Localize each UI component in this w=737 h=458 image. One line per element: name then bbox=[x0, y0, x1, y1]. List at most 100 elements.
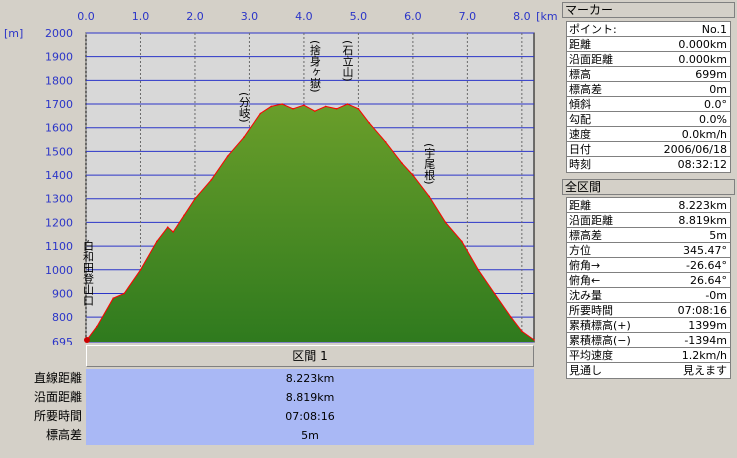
elevation-point bbox=[428, 195, 431, 198]
elevation-point bbox=[112, 297, 115, 299]
marker-row: 傾斜 0.0° bbox=[567, 97, 730, 112]
section-row: 所要時間 07:08:16 bbox=[567, 303, 730, 318]
elevation-point bbox=[172, 231, 174, 233]
section-row: 累積標高(−) -1394m bbox=[567, 333, 730, 348]
y-tick-label: 1900 bbox=[45, 51, 73, 64]
marker-value: 0.0° bbox=[704, 98, 727, 111]
elevation-point bbox=[194, 197, 196, 200]
x-tick-label: 4.0 bbox=[295, 10, 313, 23]
marker-row: ポイント: No.1 bbox=[567, 22, 730, 37]
elevation-point bbox=[521, 330, 523, 333]
y-tick-label: 800 bbox=[52, 311, 73, 324]
section-row: 見通し 見えます bbox=[567, 363, 730, 378]
marker-panel-title: マーカー bbox=[562, 2, 735, 18]
section-key: 標高差 bbox=[569, 229, 602, 242]
marker-key: 標高 bbox=[569, 68, 591, 81]
summary-label: 沿面距離 bbox=[33, 390, 82, 404]
section-row: 平均速度 1.2km/h bbox=[567, 348, 730, 363]
elevation-point bbox=[533, 339, 535, 341]
x-tick-label: 7.0 bbox=[459, 10, 477, 23]
elevation-point bbox=[384, 141, 387, 143]
section-value: -0m bbox=[705, 289, 727, 302]
elevation-profile-chart[interactable]: 0.0 1.0 2.0 3.0 4.0 5.0 6.0 7.0 8.0 [km] 2000 1900 1… bbox=[0, 0, 558, 345]
marker-value: 08:32:12 bbox=[677, 158, 727, 171]
y-tick-label: 1100 bbox=[45, 240, 73, 253]
summary-value: 07:08:16 bbox=[285, 410, 335, 423]
x-tick-label: 0.0 bbox=[77, 10, 95, 23]
elevation-point bbox=[139, 268, 142, 271]
marker-row: 速度 0.0km/h bbox=[567, 127, 730, 142]
y-tick-label: 1000 bbox=[45, 264, 73, 277]
marker-value: 0.000km bbox=[678, 53, 727, 66]
summary-value: 5m bbox=[301, 429, 319, 442]
marker-key: 時刻 bbox=[569, 158, 591, 171]
marker-value: 699m bbox=[695, 68, 727, 81]
marker-key: ポイント: bbox=[569, 23, 617, 36]
marker-key: 傾斜 bbox=[569, 98, 591, 111]
marker-key: 勾配 bbox=[569, 113, 591, 126]
marker-key: 距離 bbox=[569, 38, 591, 51]
section-row: 標高差 5m bbox=[567, 228, 730, 243]
section-key: 距離 bbox=[569, 199, 591, 212]
elevation-point bbox=[444, 221, 447, 224]
marker-key: 沿面距離 bbox=[569, 53, 613, 66]
section-key: 累積標高(+) bbox=[569, 319, 631, 332]
elevation-point bbox=[493, 292, 496, 295]
marker-row: 勾配 0.0% bbox=[567, 112, 730, 127]
marker-key: 標高差 bbox=[569, 83, 602, 96]
annotation-label: 白和田登山口 bbox=[82, 239, 95, 306]
x-tick-label: 3.0 bbox=[241, 10, 259, 23]
marker-key: 速度 bbox=[569, 128, 591, 141]
summary-label: 標高差 bbox=[45, 428, 82, 442]
marker-table: ポイント: No.1 距離 0.000km 沿面距離 0.000km 標高 699m 標高差 0m… bbox=[566, 21, 731, 173]
section-row: 俯角→ -26.64° bbox=[567, 258, 730, 273]
y-tick-label: 1700 bbox=[45, 98, 73, 111]
marker-value: 0.000km bbox=[678, 38, 727, 51]
section-key: 俯角→ bbox=[569, 259, 601, 272]
section-value: 1.2km/h bbox=[681, 349, 727, 362]
section-key: 累積標高(−) bbox=[569, 334, 631, 347]
summary-label: 所要時間 bbox=[33, 409, 82, 423]
elevation-point bbox=[461, 240, 463, 243]
elevation-point bbox=[259, 112, 262, 115]
section-row: 距離 8.223km bbox=[567, 198, 730, 213]
annotation-label: (宇尾根) bbox=[423, 143, 436, 185]
annotation-label: (捨身ヶ嶽) bbox=[308, 40, 321, 93]
marker-row: 日付 2006/06/18 bbox=[567, 142, 730, 157]
x-axis-unit: [km] bbox=[536, 10, 558, 23]
elevation-chart-svg[interactable]: 0.0 1.0 2.0 3.0 4.0 5.0 6.0 7.0 8.0 [km] 2000 1900 1… bbox=[0, 0, 558, 345]
elevation-point bbox=[335, 107, 338, 110]
elevation-point bbox=[226, 155, 229, 157]
section-key: 沿面距離 bbox=[569, 214, 613, 227]
section-row: 方位 345.47° bbox=[567, 243, 730, 258]
y-tick-label: 1600 bbox=[45, 122, 73, 135]
elevation-point bbox=[314, 110, 316, 112]
section-value: -1394m bbox=[684, 334, 727, 347]
x-tick-label: 5.0 bbox=[350, 10, 368, 23]
section-row: 沈み量 -0m bbox=[567, 288, 730, 303]
elevation-point bbox=[303, 104, 305, 107]
section-value: 8.223km bbox=[678, 199, 727, 212]
y-tick-label: 1200 bbox=[45, 216, 73, 229]
elevation-point bbox=[270, 105, 273, 108]
section-row: 俯角← 26.64° bbox=[567, 273, 730, 288]
section-row: 累積標高(+) 1399m bbox=[567, 318, 730, 333]
section-key: 所要時間 bbox=[569, 304, 613, 317]
elevation-point bbox=[183, 214, 185, 217]
marker-row: 沿面距離 0.000km bbox=[567, 52, 730, 67]
elevation-point bbox=[281, 103, 283, 105]
annotation-label: (分岐) bbox=[237, 92, 250, 123]
elevation-point bbox=[368, 122, 371, 124]
marker-row: 距離 0.000km bbox=[567, 37, 730, 52]
section-key: 見通し bbox=[569, 364, 602, 377]
y-tick-label: 2000 bbox=[45, 27, 73, 40]
annotation-label: (石立山) bbox=[341, 40, 354, 82]
elevation-point bbox=[510, 316, 512, 318]
section-value: 見えます bbox=[683, 364, 727, 377]
elevation-point bbox=[243, 136, 245, 138]
section-key: 平均速度 bbox=[569, 349, 613, 362]
elevation-point bbox=[477, 268, 480, 271]
marker-row: 標高差 0m bbox=[567, 82, 730, 97]
section-header[interactable]: 区間 1 bbox=[86, 345, 534, 367]
y-tick-label: 1300 bbox=[45, 193, 73, 206]
